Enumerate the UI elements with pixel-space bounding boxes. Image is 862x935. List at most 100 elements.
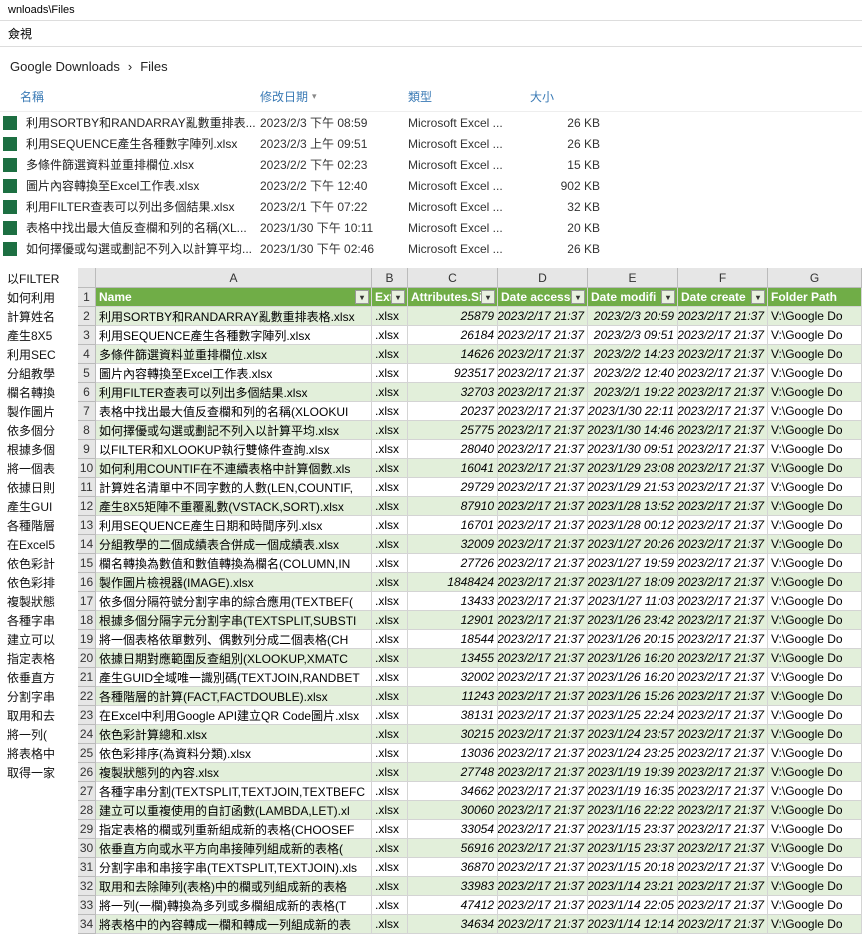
side-truncated-item[interactable]: 依據日則	[0, 478, 78, 497]
cell-folder[interactable]: V:\Google Do	[768, 345, 862, 364]
cell-accessed[interactable]: 2023/2/17 21:37	[498, 782, 588, 801]
cell-ext[interactable]: .xlsx	[372, 497, 408, 516]
cell-size[interactable]: 26184	[408, 326, 498, 345]
row-number[interactable]: 17	[78, 592, 96, 611]
row-number[interactable]: 3	[78, 326, 96, 345]
cell-accessed[interactable]: 2023/2/17 21:37	[498, 383, 588, 402]
cell-modified[interactable]: 2023/1/28 00:12	[588, 516, 678, 535]
side-truncated-item[interactable]: 依垂直方	[0, 668, 78, 687]
cell-ext[interactable]: .xlsx	[372, 763, 408, 782]
explorer-row[interactable]: 利用SEQUENCE產生各種數字陣列.xlsx 2023/2/3 上午 09:5…	[0, 133, 862, 154]
cell-ext[interactable]: .xlsx	[372, 383, 408, 402]
cell-modified[interactable]: 2023/1/28 13:52	[588, 497, 678, 516]
row-number[interactable]: 25	[78, 744, 96, 763]
cell-modified[interactable]: 2023/1/27 19:59	[588, 554, 678, 573]
cell-name[interactable]: 利用SEQUENCE產生各種數字陣列.xlsx	[96, 326, 372, 345]
column-modified[interactable]: 修改日期▾	[260, 88, 408, 105]
breadcrumb-item[interactable]: Google Downloads	[10, 59, 120, 74]
cell-modified[interactable]: 2023/1/29 21:53	[588, 478, 678, 497]
row-number[interactable]: 8	[78, 421, 96, 440]
row-number[interactable]: 16	[78, 573, 96, 592]
cell-ext[interactable]: .xlsx	[372, 877, 408, 896]
cell-ext[interactable]: .xlsx	[372, 554, 408, 573]
cell-modified[interactable]: 2023/1/30 14:46	[588, 421, 678, 440]
cell-folder[interactable]: V:\Google Do	[768, 478, 862, 497]
header-folder[interactable]: Folder Path	[768, 288, 862, 307]
explorer-row[interactable]: 圖片內容轉換至Excel工作表.xlsx 2023/2/2 下午 12:40 M…	[0, 175, 862, 196]
row-number[interactable]: 2	[78, 307, 96, 326]
cell-created[interactable]: 2023/2/17 21:37	[678, 706, 768, 725]
header-ext[interactable]: Exte▾	[372, 288, 408, 307]
cell-created[interactable]: 2023/2/17 21:37	[678, 573, 768, 592]
cell-folder[interactable]: V:\Google Do	[768, 839, 862, 858]
cell-size[interactable]: 16701	[408, 516, 498, 535]
row-number[interactable]: 15	[78, 554, 96, 573]
col-header-B[interactable]: B	[372, 268, 408, 288]
cell-accessed[interactable]: 2023/2/17 21:37	[498, 402, 588, 421]
cell-size[interactable]: 32009	[408, 535, 498, 554]
cell-size[interactable]: 29729	[408, 478, 498, 497]
cell-modified[interactable]: 2023/1/26 15:26	[588, 687, 678, 706]
side-truncated-item[interactable]: 製作圖片	[0, 402, 78, 421]
header-name[interactable]: Name▾	[96, 288, 372, 307]
side-truncated-item[interactable]: 在Excel5	[0, 535, 78, 554]
column-type[interactable]: 類型	[408, 88, 530, 105]
cell-name[interactable]: 利用SORTBY和RANDARRAY亂數重排表格.xlsx	[96, 307, 372, 326]
cell-accessed[interactable]: 2023/2/17 21:37	[498, 478, 588, 497]
cell-created[interactable]: 2023/2/17 21:37	[678, 744, 768, 763]
cell-ext[interactable]: .xlsx	[372, 706, 408, 725]
side-truncated-item[interactable]: 建立可以	[0, 630, 78, 649]
cell-created[interactable]: 2023/2/17 21:37	[678, 326, 768, 345]
cell-modified[interactable]: 2023/1/30 09:51	[588, 440, 678, 459]
cell-modified[interactable]: 2023/1/26 16:20	[588, 649, 678, 668]
cell-folder[interactable]: V:\Google Do	[768, 744, 862, 763]
cell-modified[interactable]: 2023/1/24 23:25	[588, 744, 678, 763]
cell-accessed[interactable]: 2023/2/17 21:37	[498, 573, 588, 592]
cell-size[interactable]: 13433	[408, 592, 498, 611]
cell-folder[interactable]: V:\Google Do	[768, 725, 862, 744]
menu-bar[interactable]: 僉視	[0, 21, 862, 47]
cell-folder[interactable]: V:\Google Do	[768, 668, 862, 687]
cell-name[interactable]: 依色彩排序(為資料分類).xlsx	[96, 744, 372, 763]
cell-created[interactable]: 2023/2/17 21:37	[678, 535, 768, 554]
row-number[interactable]: 13	[78, 516, 96, 535]
cell-size[interactable]: 32703	[408, 383, 498, 402]
cell-modified[interactable]: 2023/1/27 20:26	[588, 535, 678, 554]
side-truncated-item[interactable]: 如何利用	[0, 288, 78, 307]
cell-ext[interactable]: .xlsx	[372, 573, 408, 592]
cell-ext[interactable]: .xlsx	[372, 649, 408, 668]
cell-ext[interactable]: .xlsx	[372, 668, 408, 687]
cell-size[interactable]: 47412	[408, 896, 498, 915]
row-number[interactable]: 4	[78, 345, 96, 364]
cell-created[interactable]: 2023/2/17 21:37	[678, 782, 768, 801]
cell-name[interactable]: 各種階層的計算(FACT,FACTDOUBLE).xlsx	[96, 687, 372, 706]
cell-created[interactable]: 2023/2/17 21:37	[678, 459, 768, 478]
cell-folder[interactable]: V:\Google Do	[768, 592, 862, 611]
cell-accessed[interactable]: 2023/2/17 21:37	[498, 820, 588, 839]
cell-accessed[interactable]: 2023/2/17 21:37	[498, 421, 588, 440]
cell-ext[interactable]: .xlsx	[372, 782, 408, 801]
cell-accessed[interactable]: 2023/2/17 21:37	[498, 915, 588, 934]
cell-name[interactable]: 依據日期對應範圍反查組別(XLOOKUP,XMATC	[96, 649, 372, 668]
column-name[interactable]: 名稱	[0, 88, 260, 105]
cell-created[interactable]: 2023/2/17 21:37	[678, 668, 768, 687]
cell-accessed[interactable]: 2023/2/17 21:37	[498, 801, 588, 820]
filter-dropdown-icon[interactable]: ▾	[355, 290, 369, 304]
cell-folder[interactable]: V:\Google Do	[768, 554, 862, 573]
col-header-F[interactable]: F	[678, 268, 768, 288]
cell-created[interactable]: 2023/2/17 21:37	[678, 725, 768, 744]
cell-folder[interactable]: V:\Google Do	[768, 402, 862, 421]
side-truncated-item[interactable]: 產生8X5	[0, 326, 78, 345]
cell-size[interactable]: 11243	[408, 687, 498, 706]
cell-folder[interactable]: V:\Google Do	[768, 763, 862, 782]
cell-size[interactable]: 27748	[408, 763, 498, 782]
col-header-D[interactable]: D	[498, 268, 588, 288]
cell-modified[interactable]: 2023/1/14 22:05	[588, 896, 678, 915]
explorer-row[interactable]: 表格中找出最大值反查欄和列的名稱(XL... 2023/1/30 下午 10:1…	[0, 217, 862, 238]
side-truncated-item[interactable]: 取得一家	[0, 763, 78, 782]
cell-modified[interactable]: 2023/1/14 12:14	[588, 915, 678, 934]
side-truncated-item[interactable]: 指定表格	[0, 649, 78, 668]
cell-folder[interactable]: V:\Google Do	[768, 364, 862, 383]
row-number[interactable]: 28	[78, 801, 96, 820]
side-truncated-item[interactable]: 依色彩排	[0, 573, 78, 592]
